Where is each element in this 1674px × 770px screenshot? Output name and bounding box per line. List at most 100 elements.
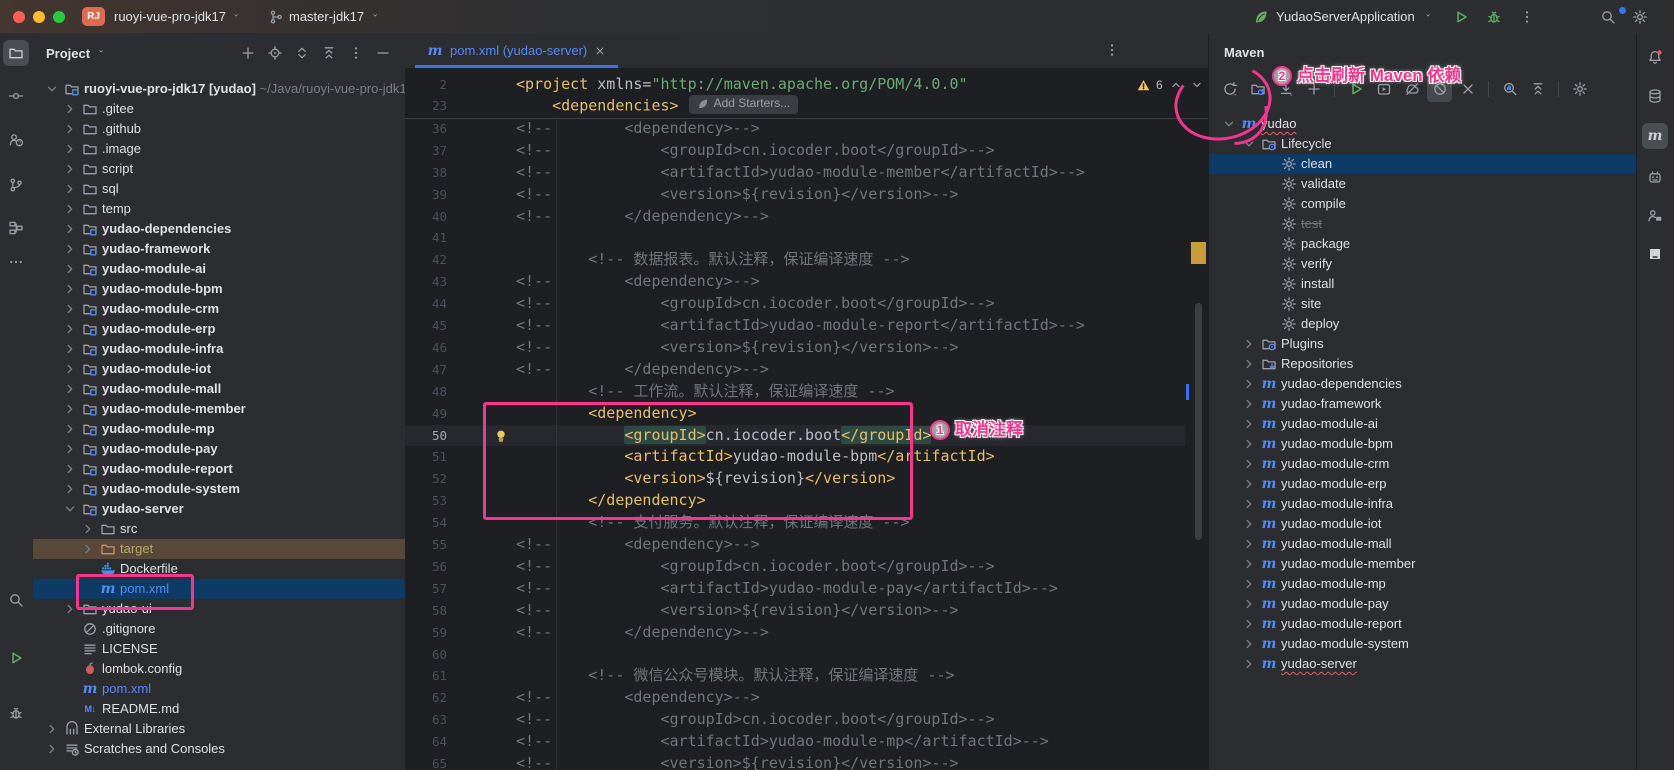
chevron-right-icon[interactable]: [62, 121, 78, 137]
project-tree-item-license[interactable]: LICENSE: [33, 639, 405, 659]
chevron-right-icon[interactable]: [1241, 456, 1257, 472]
code-line-23[interactable]: 23 <dependencies>Add Starters...: [405, 95, 1185, 117]
chevron-down-icon[interactable]: [1241, 136, 1257, 152]
project-tree-item-readme.md[interactable]: M↓README.md: [33, 699, 405, 719]
code-line-60[interactable]: 60: [405, 644, 1185, 666]
chevron-right-icon[interactable]: [1241, 336, 1257, 352]
select-opened-file-icon[interactable]: [267, 45, 283, 61]
chevron-right-icon[interactable]: [1241, 476, 1257, 492]
chevron-right-icon[interactable]: [62, 181, 78, 197]
maven-tree-item-validate[interactable]: validate: [1209, 174, 1637, 194]
project-tree-item-yudao-module-report[interactable]: yudao-module-report: [33, 459, 405, 479]
chevron-right-icon[interactable]: [1241, 656, 1257, 672]
project-tree-item-external-libraries[interactable]: External Libraries: [33, 719, 405, 739]
maven-tree-item-yudao-module-mp[interactable]: myudao-module-mp: [1209, 574, 1637, 594]
add-starters-chip[interactable]: Add Starters...: [689, 95, 799, 114]
project-tree-item-yudao-module-system[interactable]: yudao-module-system: [33, 479, 405, 499]
maven-tree-item-yudao-module-crm[interactable]: myudao-module-crm: [1209, 454, 1637, 474]
chevron-right-icon[interactable]: [62, 161, 78, 177]
tool-strip-commit[interactable]: [3, 83, 29, 109]
project-tree-item-.image[interactable]: .image: [33, 139, 405, 159]
code-line-37[interactable]: 37<!-- <groupId>cn.iocoder.boot</groupId…: [405, 140, 1185, 162]
code-line-41[interactable]: 41: [405, 228, 1185, 250]
chevron-right-icon[interactable]: [62, 461, 78, 477]
project-tree-item-ruoyi-vue-pro-jdk17-yudao-[interactable]: ruoyi-vue-pro-jdk17 [yudao] ~/Java/ruoyi…: [33, 79, 405, 99]
project-tree-item-yudao-dependencies[interactable]: yudao-dependencies: [33, 219, 405, 239]
maven-tree-item-plugins[interactable]: Plugins: [1209, 334, 1637, 354]
project-tree-item-.gitee[interactable]: .gitee: [33, 99, 405, 119]
code-line-56[interactable]: 56<!-- <groupId>cn.iocoder.boot</groupId…: [405, 556, 1185, 578]
options-icon[interactable]: [348, 45, 364, 61]
code-line-57[interactable]: 57<!-- <artifactId>yudao-module-pay</art…: [405, 578, 1185, 600]
chevron-right-icon[interactable]: [62, 321, 78, 337]
project-panel-title[interactable]: Project: [46, 46, 90, 61]
tool-strip-database[interactable]: [1642, 83, 1668, 109]
prev-warning-icon[interactable]: [1168, 77, 1184, 93]
settings-gear-icon[interactable]: [1632, 9, 1648, 25]
code-line-63[interactable]: 63<!-- <groupId>cn.iocoder.boot</groupId…: [405, 709, 1185, 731]
code-line-51[interactable]: 51 <artifactId>yudao-module-bpm</artifac…: [405, 447, 1185, 469]
chevron-right-icon[interactable]: [62, 421, 78, 437]
code-line-47[interactable]: 47<!-- </dependency>-->: [405, 359, 1185, 381]
window-minimize-button[interactable]: [33, 11, 45, 23]
maven-tree-item-yudao-module-mall[interactable]: myudao-module-mall: [1209, 534, 1637, 554]
maven-tree-item-yudao-server[interactable]: myudao-server: [1209, 654, 1637, 674]
code-line-45[interactable]: 45<!-- <artifactId>yudao-module-report</…: [405, 315, 1185, 337]
chevron-right-icon[interactable]: [44, 741, 60, 757]
code-line-58[interactable]: 58<!-- <version>${revision}</version>-->: [405, 600, 1185, 622]
more-actions-icon[interactable]: [1519, 9, 1535, 25]
code-line-40[interactable]: 40<!-- </dependency>-->: [405, 206, 1185, 228]
maven-tree-item-compile[interactable]: compile: [1209, 194, 1637, 214]
code-line-43[interactable]: 43<!-- <dependency>-->: [405, 271, 1185, 293]
project-tree-item-yudao-module-mall[interactable]: yudao-module-mall: [33, 379, 405, 399]
chevron-right-icon[interactable]: [62, 401, 78, 417]
error-stripe-warning-mark[interactable]: [1191, 242, 1206, 264]
chevron-right-icon[interactable]: [62, 201, 78, 217]
chevron-right-icon[interactable]: [62, 281, 78, 297]
tool-strip-maven[interactable]: m: [1642, 123, 1668, 149]
chevron-right-icon[interactable]: [62, 241, 78, 257]
maven-tree-item-yudao-module-system[interactable]: myudao-module-system: [1209, 634, 1637, 654]
maven-tree-item-yudao[interactable]: myudao: [1209, 114, 1637, 134]
reload-all-icon[interactable]: [1245, 77, 1270, 102]
chevron-right-icon[interactable]: [80, 541, 96, 557]
code-line-54[interactable]: 54 <!-- 支付服务。默认注释，保证编译速度 -->: [405, 512, 1185, 534]
tool-strip-contributors[interactable]: ?: [3, 127, 29, 153]
project-tree-item-src[interactable]: src: [33, 519, 405, 539]
code-line-64[interactable]: 64<!-- <artifactId>yudao-module-mp</arti…: [405, 731, 1185, 753]
maven-tree-item-yudao-dependencies[interactable]: myudao-dependencies: [1209, 374, 1637, 394]
chevron-down-icon[interactable]: [44, 81, 60, 97]
maven-tree-item-yudao-framework[interactable]: myudao-framework: [1209, 394, 1637, 414]
project-tree-item-.github[interactable]: .github: [33, 119, 405, 139]
project-tree-item-yudao-framework[interactable]: yudao-framework: [33, 239, 405, 259]
project-tree-item-yudao-module-pay[interactable]: yudao-module-pay: [33, 439, 405, 459]
code-line-42[interactable]: 42 <!-- 数据报表。默认注释，保证编译速度 -->: [405, 249, 1185, 271]
intention-lightbulb-icon[interactable]: [493, 428, 509, 444]
tool-strip-run[interactable]: [3, 645, 29, 671]
code-line-49[interactable]: 49 <dependency>: [405, 403, 1185, 425]
tab-options-icon[interactable]: [1104, 42, 1120, 58]
chevron-right-icon[interactable]: [1241, 516, 1257, 532]
chevron-right-icon[interactable]: [1241, 496, 1257, 512]
chevron-right-icon[interactable]: [1241, 416, 1257, 432]
code-line-65[interactable]: 65<!-- <version>${revision}</version>-->: [405, 753, 1185, 770]
code-line-53[interactable]: 53 </dependency>: [405, 490, 1185, 512]
collapse-all-icon[interactable]: [321, 45, 337, 61]
project-tree-item-lombok.config[interactable]: lombok.config: [33, 659, 405, 679]
new-icon[interactable]: [240, 45, 256, 61]
chevron-right-icon[interactable]: [1241, 556, 1257, 572]
maven-tree-item-yudao-module-infra[interactable]: myudao-module-infra: [1209, 494, 1637, 514]
project-tree-item-dockerfile[interactable]: Dockerfile: [33, 559, 405, 579]
code-line-59[interactable]: 59<!-- </dependency>-->: [405, 622, 1185, 644]
code-line-36[interactable]: 36<!-- <dependency>-->: [405, 118, 1185, 140]
chevron-down-icon[interactable]: [62, 501, 78, 517]
branch-selector[interactable]: master-jdk17: [268, 9, 385, 25]
project-tree-item-target[interactable]: target: [33, 539, 405, 559]
chevron-right-icon[interactable]: [62, 441, 78, 457]
chevron-right-icon[interactable]: [62, 361, 78, 377]
project-tree-item-.gitignore[interactable]: .gitignore: [33, 619, 405, 639]
code-line-48[interactable]: 48 <!-- 工作流。默认注释，保证编译速度 -->: [405, 381, 1185, 403]
code-line-52[interactable]: 52 <version>${revision}</version>: [405, 468, 1185, 490]
run-button[interactable]: [1453, 9, 1469, 25]
project-tree-item-yudao-module-iot[interactable]: yudao-module-iot: [33, 359, 405, 379]
